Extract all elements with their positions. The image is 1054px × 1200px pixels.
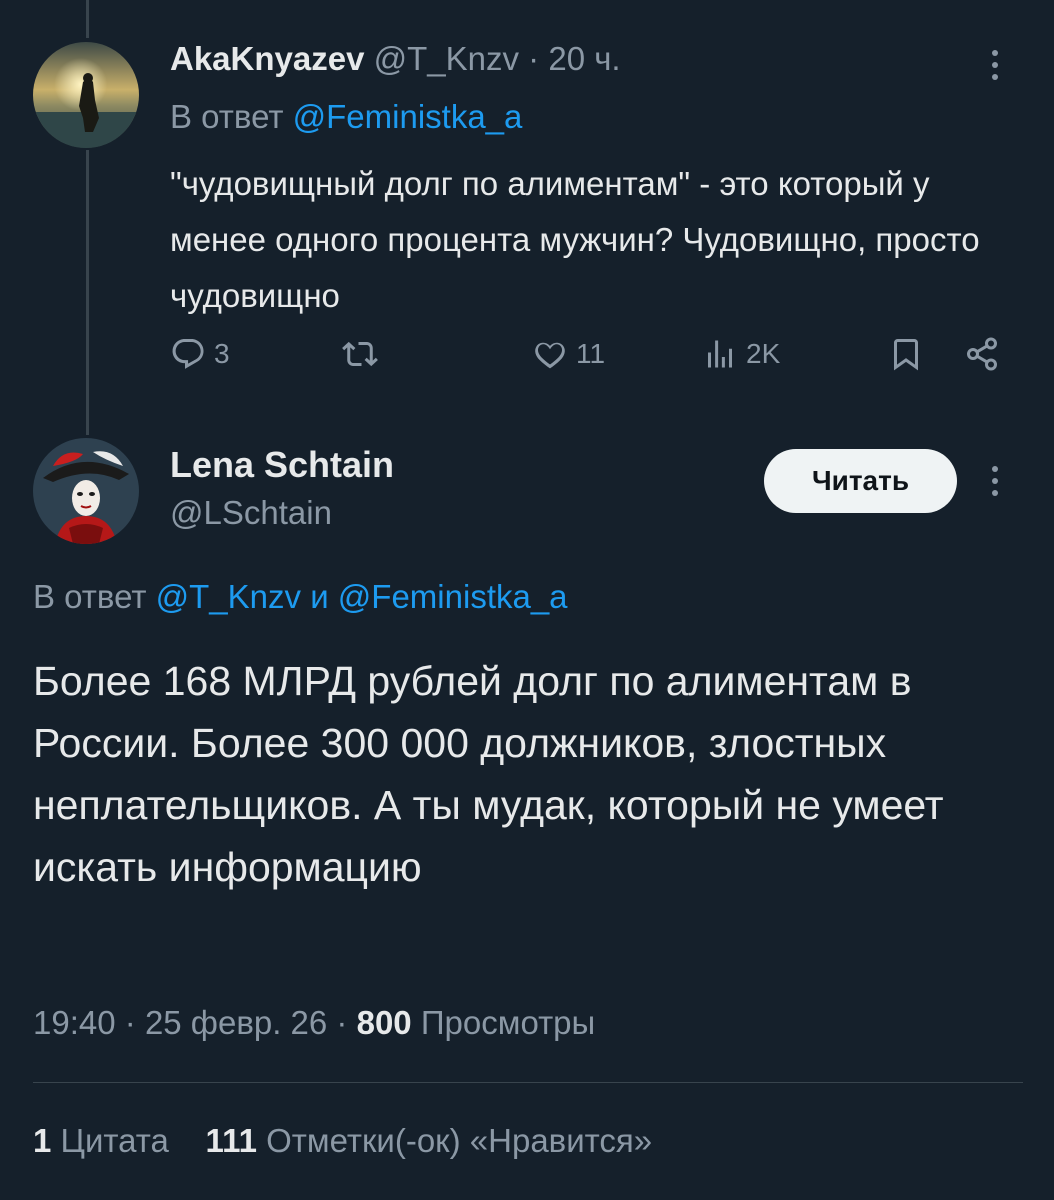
reply-joiner: и (310, 578, 329, 615)
mention-link[interactable]: @Feministka_a (293, 98, 523, 135)
timestamp[interactable]: 20 ч. (548, 40, 620, 77)
tweet-date[interactable]: 25 февр. 26 (145, 1004, 327, 1041)
avatar-image (33, 438, 139, 544)
more-options-icon[interactable] (992, 466, 998, 502)
quotes-label: Цитата (60, 1122, 169, 1159)
like-count: 11 (576, 338, 606, 369)
thread-connector (86, 150, 89, 435)
engagement-stats: 1 Цитата 111 Отметки(-ок) «Нравится» (33, 1122, 652, 1160)
reply-icon (172, 339, 204, 369)
likes-count: 111 (205, 1122, 257, 1159)
bookmark-icon (894, 339, 918, 371)
mention-link[interactable]: @T_Knzv (156, 578, 301, 615)
follow-button[interactable]: Читать (764, 449, 957, 513)
reply-context: В ответ @T_Knzv и @Feministka_a (33, 578, 568, 616)
avatar[interactable] (33, 438, 139, 544)
like-button[interactable]: 11 (532, 336, 605, 372)
more-options-icon[interactable] (992, 50, 998, 86)
tweet-actions: 3 11 2K (170, 336, 1010, 380)
quotes-count: 1 (33, 1122, 52, 1159)
separator: · (336, 1004, 348, 1041)
author-handle[interactable]: @T_Knzv (374, 40, 519, 77)
author-handle[interactable]: @LSchtain (170, 494, 332, 532)
divider (33, 1082, 1023, 1083)
thread-connector-top (86, 0, 89, 38)
share-icon (967, 337, 997, 371)
views-button[interactable]: 2K (702, 336, 780, 372)
bookmark-button[interactable] (888, 336, 924, 372)
quotes-stat[interactable]: 1 Цитата (33, 1122, 178, 1159)
reply-count: 3 (214, 338, 230, 369)
separator: · (528, 40, 540, 77)
reply-context: В ответ @Feministka_a (170, 98, 522, 136)
reply-prefix: В ответ (170, 98, 284, 135)
retweet-button[interactable] (342, 336, 386, 372)
avatar[interactable] (33, 42, 139, 148)
tweet-header: AkaKnyazev @T_Knzv · 20 ч. (170, 40, 621, 78)
views-count: 2K (746, 338, 781, 369)
views-chart-icon (708, 340, 732, 368)
views-count: 800 (356, 1004, 412, 1041)
author-name[interactable]: Lena Schtain (170, 444, 394, 486)
separator: · (124, 1004, 136, 1041)
heart-icon (535, 342, 565, 369)
reply-button[interactable]: 3 (170, 336, 230, 372)
tweet-time[interactable]: 19:40 (33, 1004, 116, 1041)
tweet-text: "чудовищный долг по алиментам" - это кот… (170, 165, 980, 314)
views-label: Просмотры (420, 1004, 596, 1041)
avatar-image (33, 42, 139, 148)
likes-stat[interactable]: 111 Отметки(-ок) «Нравится» (206, 1122, 653, 1159)
mention-link[interactable]: @Feministka_a (338, 578, 568, 615)
author-name[interactable]: AkaKnyazev (170, 40, 364, 77)
retweet-icon (342, 341, 378, 367)
tweet-meta: 19:40 · 25 февр. 26 · 800 Просмотры (33, 1004, 595, 1042)
tweet-text: Более 168 МЛРД рублей долг по алиментам … (33, 658, 944, 890)
reply-prefix: В ответ (33, 578, 147, 615)
share-button[interactable] (964, 336, 1000, 372)
likes-label: Отметки(-ок) «Нравится» (266, 1122, 653, 1159)
